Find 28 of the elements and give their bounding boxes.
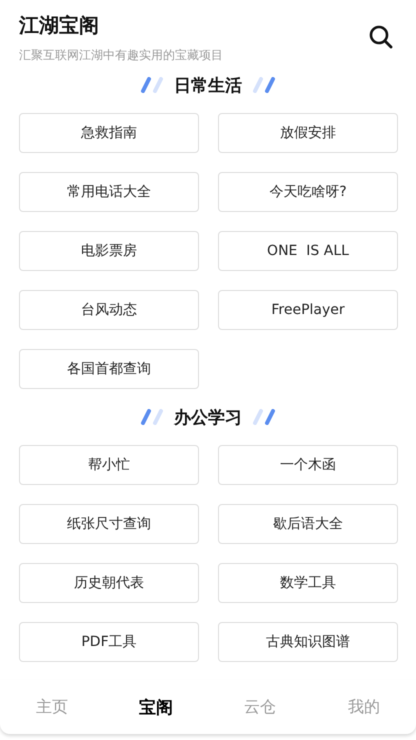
section-title: 日常生活: [174, 74, 242, 96]
tool-button[interactable]: 古典知识图谱: [218, 622, 398, 662]
tool-button[interactable]: 纸张尺寸查询: [19, 504, 199, 544]
app-subtitle: 汇聚互联网江湖中有趣实用的宝藏项目: [19, 47, 223, 63]
slash-decoration-icon: [140, 409, 164, 425]
tool-button[interactable]: 帮小忙: [19, 445, 199, 485]
slash-decoration-icon: [252, 409, 276, 425]
search-icon: [368, 24, 394, 50]
tool-button[interactable]: 常用电话大全: [19, 172, 199, 212]
tool-button[interactable]: PDF工具: [19, 622, 199, 662]
section-title: 办公学习: [174, 406, 242, 428]
tool-button[interactable]: 放假安排: [218, 113, 398, 153]
tool-button[interactable]: FreePlayer: [218, 290, 398, 330]
slash-decoration-icon: [140, 77, 164, 93]
slash-decoration-icon: [252, 77, 276, 93]
tool-button[interactable]: ONE IS ALL: [218, 231, 398, 271]
tool-button[interactable]: 电影票房: [19, 231, 199, 271]
app-title: 江湖宝阁: [19, 12, 100, 38]
nav-tab[interactable]: 宝阁: [104, 680, 208, 734]
tool-button[interactable]: 数学工具: [218, 563, 398, 603]
search-button[interactable]: [368, 24, 394, 50]
tool-button[interactable]: 台风动态: [19, 290, 199, 330]
tool-button[interactable]: 急救指南: [19, 113, 199, 153]
tool-button[interactable]: 歇后语大全: [218, 504, 398, 544]
tool-button[interactable]: 历史朝代表: [19, 563, 199, 603]
tool-button[interactable]: 今天吃啥呀?: [218, 172, 398, 212]
tool-button[interactable]: 一个木函: [218, 445, 398, 485]
tool-button[interactable]: 各国首都查询: [19, 349, 199, 389]
